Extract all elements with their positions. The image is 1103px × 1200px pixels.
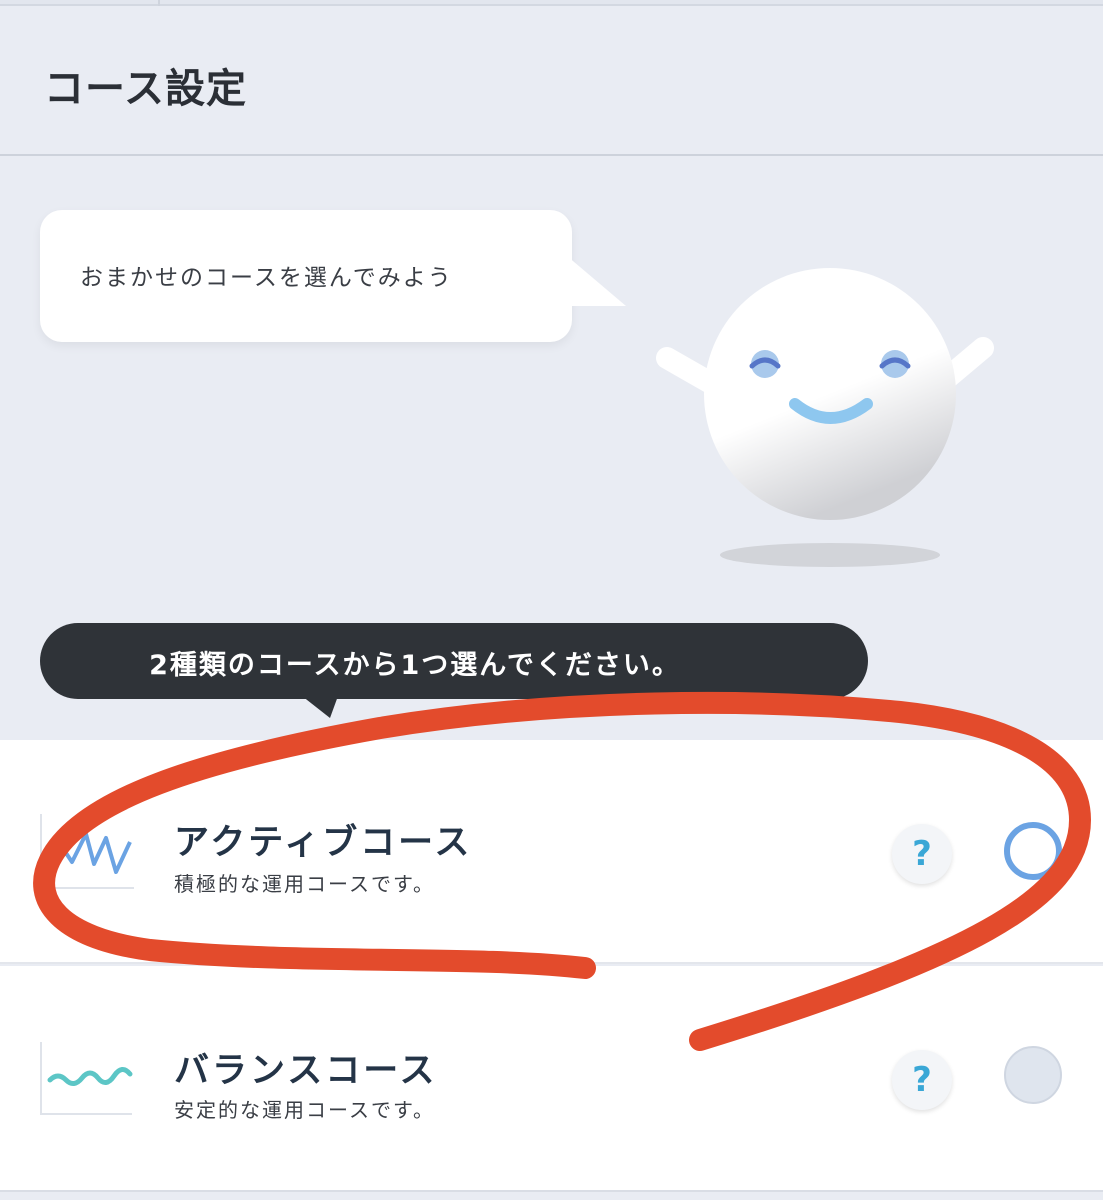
wave-chart-icon: [40, 1042, 133, 1115]
course-name: アクティブコース: [174, 823, 473, 863]
instruction-banner: 2種類のコースから1つ選んでください。: [40, 623, 868, 699]
course-description: 安定的な運用コースです。: [174, 1098, 435, 1122]
header: コース設定: [0, 8, 1103, 156]
speech-bubble-tail: [560, 250, 626, 306]
speech-bubble: おまかせのコースを選んでみよう: [40, 210, 572, 342]
page-title: コース設定: [44, 66, 247, 112]
top-strip: [0, 0, 1103, 6]
speech-bubble-text: おまかせのコースを選んでみよう: [80, 265, 453, 291]
zigzag-chart-icon: [40, 814, 134, 889]
top-divider: [158, 0, 160, 6]
help-button[interactable]: ?: [892, 824, 952, 884]
course-row-balance[interactable]: バランスコース 安定的な運用コースです。 ?: [0, 966, 1103, 1190]
instruction-banner-tail: [302, 696, 338, 718]
mascot-character: [656, 268, 994, 567]
bottom-divider: [0, 1190, 1103, 1200]
course-radio-unselected[interactable]: [1004, 1046, 1062, 1104]
course-name: バランスコース: [174, 1051, 438, 1091]
instruction-text: 2種類のコースから1つ選んでください。: [149, 650, 681, 681]
help-button[interactable]: ?: [892, 1050, 952, 1110]
course-description: 積極的な運用コースです。: [174, 872, 435, 896]
course-radio-selected[interactable]: [1004, 822, 1062, 880]
course-row-active[interactable]: アクティブコース 積極的な運用コースです。 ?: [0, 740, 1103, 964]
